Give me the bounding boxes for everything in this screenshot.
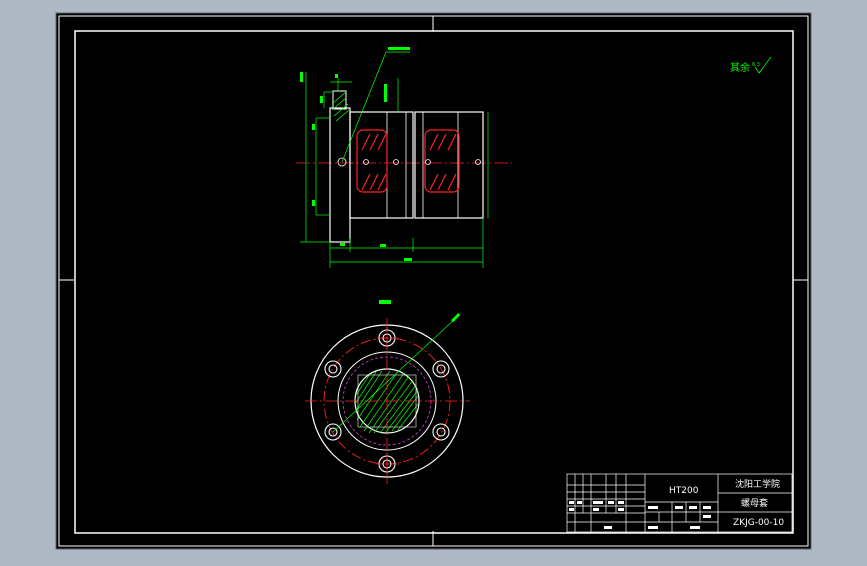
school-name: 沈阳工学院: [735, 478, 780, 490]
roughness-label: 其余: [730, 61, 750, 74]
drawing-sheet: [55, 12, 812, 550]
drawing-number: ZKJG-00-10: [733, 518, 784, 528]
side-view-label: [379, 300, 391, 304]
drawing-canvas: 其余 6.3 HT200 沈阳工学院 螺母套 ZKJG-00-10: [0, 0, 867, 562]
part-name: 螺母套: [741, 497, 768, 509]
material-label: HT200: [669, 486, 699, 496]
roughness-value: 6.3: [752, 62, 760, 68]
